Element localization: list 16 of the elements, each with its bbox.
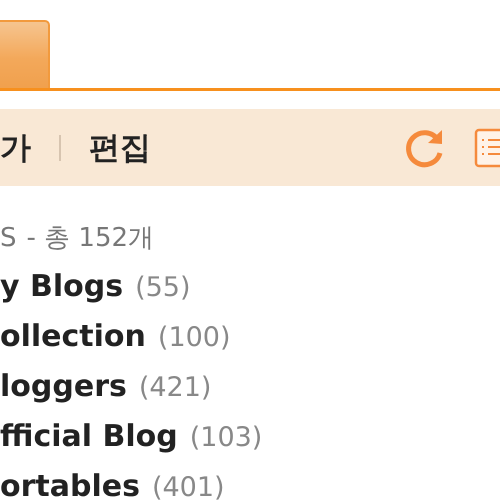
tab[interactable]: [0, 20, 50, 88]
list-title: S: [0, 222, 17, 255]
feed-count: (401): [152, 471, 225, 500]
feed-count: (55): [135, 271, 191, 305]
feed-name[interactable]: y Blogs: [0, 266, 124, 307]
feed-count: (100): [158, 321, 231, 355]
feed-name[interactable]: ollection: [0, 316, 146, 357]
feed-name[interactable]: loggers: [0, 366, 127, 407]
toolbar-action[interactable]: 가: [0, 126, 31, 168]
feed-count: (421): [138, 371, 212, 405]
toolbar-action[interactable]: 편집: [89, 126, 151, 168]
feed-name[interactable]: fficial Blog: [0, 416, 178, 457]
list-icon[interactable]: [474, 128, 500, 168]
list-summary: - 총 152개: [26, 222, 154, 255]
feed-count: (103): [190, 421, 262, 455]
feed-name[interactable]: ortables: [0, 466, 140, 500]
